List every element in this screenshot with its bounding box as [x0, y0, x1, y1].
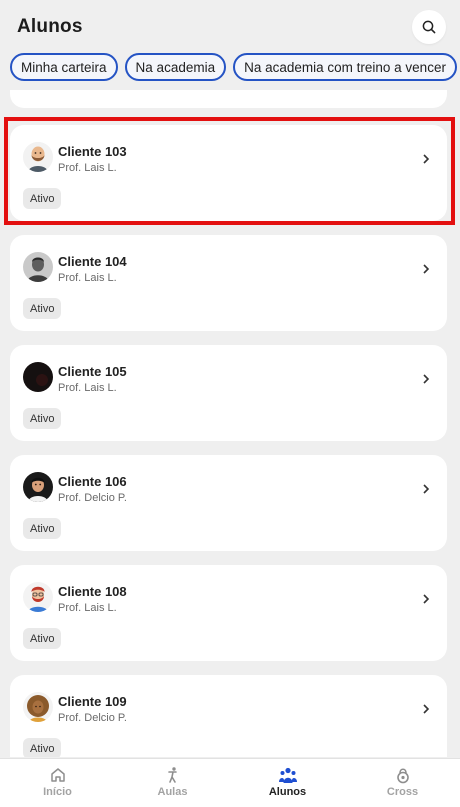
student-card[interactable]: Cliente 109 Prof. Delcio P. Ativo — [10, 675, 447, 757]
chevron-right-icon — [423, 484, 430, 494]
student-list: Cliente 103 Prof. Lais L. Ativo Cliente … — [0, 90, 460, 757]
status-badge: Ativo — [23, 298, 62, 319]
avatar — [23, 252, 53, 282]
filter-chip-treino-a-vencer[interactable]: Na academia com treino a vencer — [233, 53, 457, 81]
professor-name: Prof. Delcio P. — [58, 492, 127, 504]
student-card[interactable]: Cliente 103 Prof. Lais L. Ativo — [10, 125, 447, 221]
avatar — [23, 472, 53, 502]
student-name: Cliente 109 — [58, 694, 127, 709]
student-name: Cliente 106 — [58, 474, 127, 489]
student-card[interactable]: Cliente 108 Prof. Lais L. Ativo — [10, 565, 447, 661]
dark-hair-man-avatar — [23, 472, 53, 502]
status-badge: Ativo — [23, 408, 62, 429]
exercise-person-icon — [167, 767, 177, 783]
nav-item-alunos[interactable]: Alunos — [230, 759, 345, 807]
student-card[interactable]: Cliente 106 Prof. Delcio P. Ativo — [10, 455, 447, 551]
status-badge: Ativo — [23, 518, 62, 539]
nav-item-aulas[interactable]: Aulas — [115, 759, 230, 807]
student-name: Cliente 105 — [58, 364, 127, 379]
nav-label: Início — [43, 786, 72, 798]
professor-name: Prof. Lais L. — [58, 162, 117, 174]
filter-chip-minha-carteira[interactable]: Minha carteira — [10, 53, 118, 81]
curly-hair-woman-avatar — [23, 692, 53, 722]
chevron-right-icon — [423, 154, 430, 164]
group-people-icon — [278, 767, 297, 783]
nav-label: Aulas — [157, 786, 188, 798]
professor-name: Prof. Lais L. — [58, 602, 117, 614]
nav-item-cross[interactable]: Cross — [345, 759, 460, 807]
nav-item-inicio[interactable]: Início — [0, 759, 115, 807]
chevron-right-icon — [423, 704, 430, 714]
chevron-right-icon — [423, 594, 430, 604]
top-bar: Alunos — [0, 0, 460, 54]
red-beard-glasses-avatar — [23, 582, 53, 612]
kettlebell-icon — [396, 768, 409, 784]
nav-label: Alunos — [268, 786, 307, 798]
student-name: Cliente 103 — [58, 144, 127, 159]
avatar — [23, 582, 53, 612]
nav-label: Cross — [386, 786, 419, 798]
filter-chips: Minha carteira Na academia Na academia c… — [10, 53, 457, 83]
student-card[interactable]: Cliente 104 Prof. Lais L. Ativo — [10, 235, 447, 331]
student-name: Cliente 108 — [58, 584, 127, 599]
filter-chip-na-academia[interactable]: Na academia — [124, 53, 227, 81]
status-badge: Ativo — [23, 628, 62, 649]
dark-photo-avatar — [23, 362, 53, 392]
home-icon — [50, 768, 65, 782]
app-screen: Alunos Minha carteira Na academia Na aca… — [0, 0, 460, 807]
default-person-avatar — [23, 252, 53, 282]
student-card-partial[interactable] — [10, 90, 447, 108]
search-button[interactable] — [412, 10, 446, 44]
status-badge: Ativo — [23, 738, 62, 757]
search-icon — [422, 20, 436, 34]
status-badge: Ativo — [23, 188, 62, 209]
student-card[interactable]: Cliente 105 Prof. Lais L. Ativo — [10, 345, 447, 441]
professor-name: Prof. Lais L. — [58, 272, 117, 284]
page-title: Alunos — [17, 16, 83, 37]
bald-beard-avatar — [23, 142, 53, 172]
bottom-nav: Início Aulas Alunos Cross — [0, 758, 460, 807]
avatar — [23, 692, 53, 722]
avatar — [23, 362, 53, 392]
avatar — [23, 142, 53, 172]
student-name: Cliente 104 — [58, 254, 127, 269]
professor-name: Prof. Lais L. — [58, 382, 117, 394]
chevron-right-icon — [423, 374, 430, 384]
professor-name: Prof. Delcio P. — [58, 712, 127, 724]
chevron-right-icon — [423, 264, 430, 274]
